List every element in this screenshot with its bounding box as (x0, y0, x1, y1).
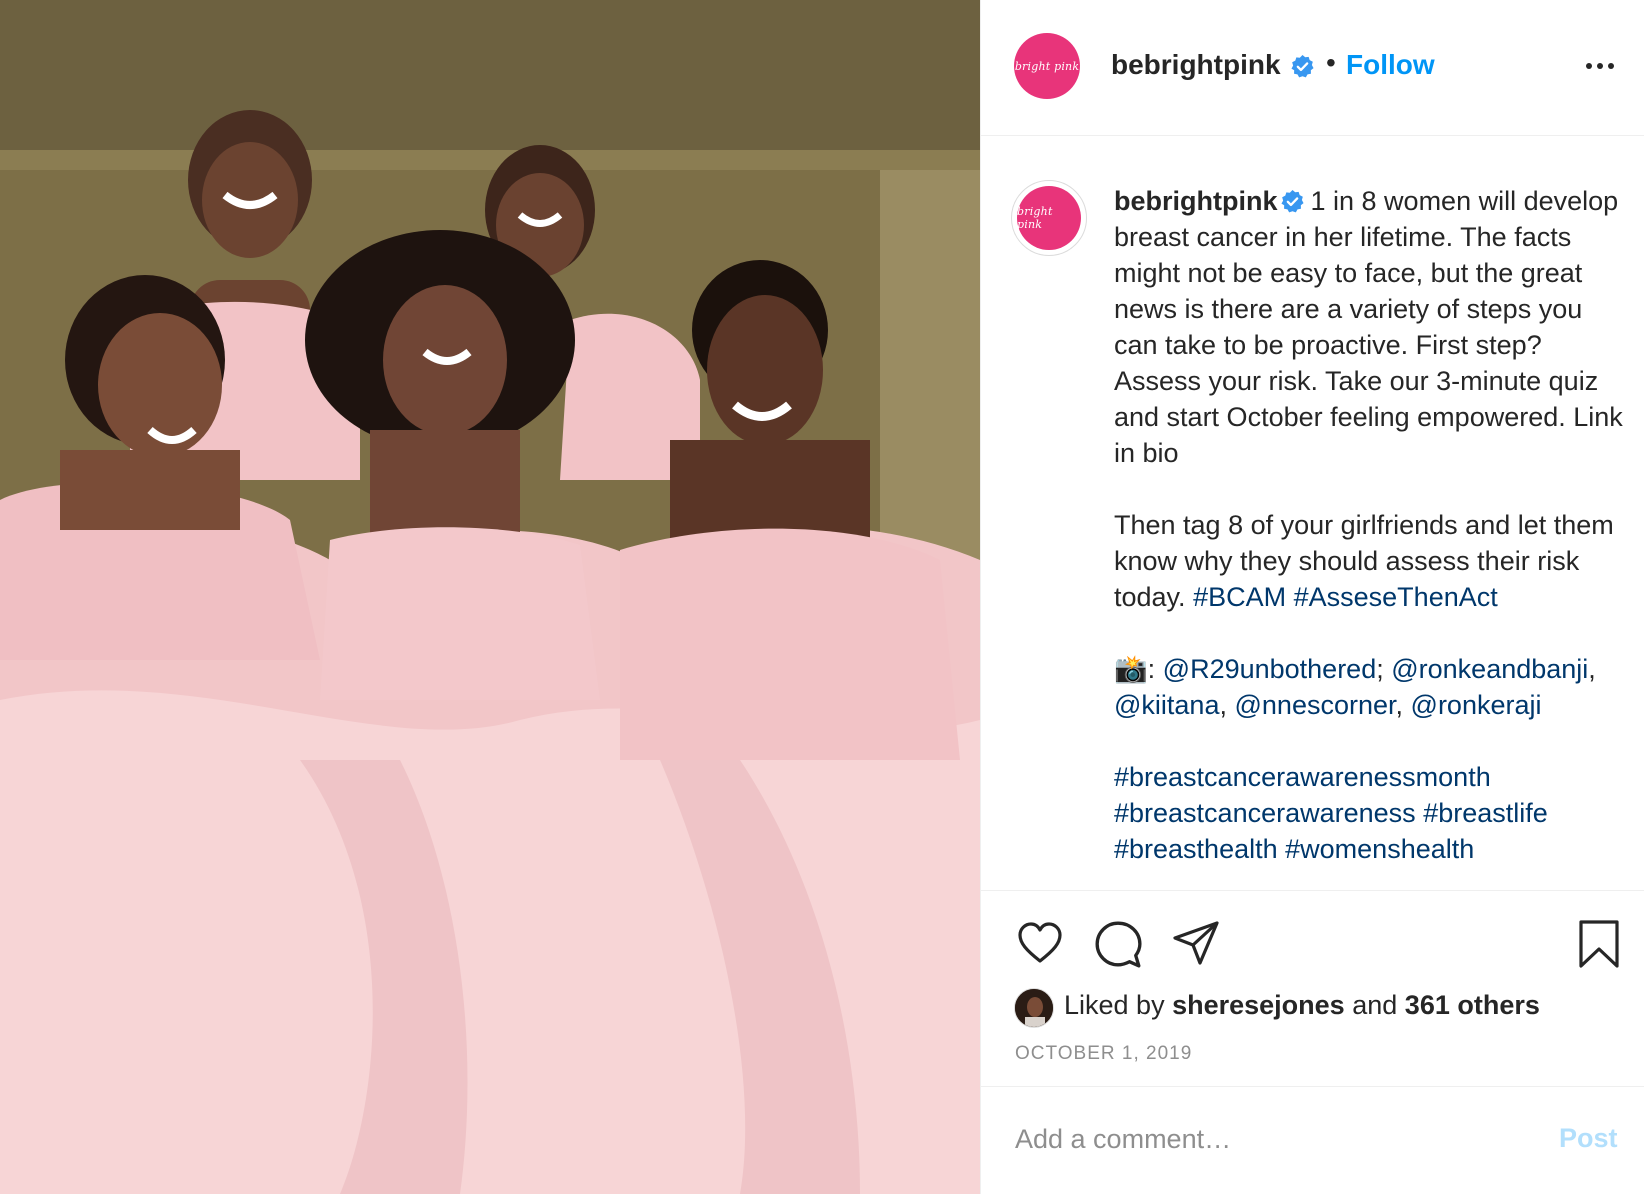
mention-link[interactable]: @kiitana (1114, 690, 1219, 720)
caption-paragraph-1: 1 in 8 women will develop breast cancer … (1114, 186, 1623, 468)
liked-by-text: Liked by sheresejones and 361 others (1064, 990, 1540, 1021)
mention-link[interactable]: @ronkeandbanji (1391, 654, 1588, 684)
caption-text: bebrightpink 1 in 8 women will develop br… (1114, 183, 1624, 867)
liked-by-others[interactable]: 361 others (1405, 990, 1540, 1020)
comment-input[interactable] (1015, 1119, 1515, 1159)
profile-avatar[interactable]: bright pink (1014, 33, 1080, 99)
post-comment-button[interactable]: Post (1559, 1123, 1618, 1154)
credit-colon: : (1147, 654, 1156, 684)
liked-by-prefix: Liked by (1064, 990, 1165, 1020)
verified-badge-icon (1280, 190, 1304, 213)
post-date[interactable]: OCTOBER 1, 2019 (1015, 1043, 1192, 1065)
heart-icon[interactable] (1015, 919, 1065, 967)
mention-link[interactable]: @R29unbothered (1163, 654, 1377, 684)
hashtag-link[interactable]: #AsseseThenAct (1294, 582, 1498, 612)
photo-image (0, 0, 980, 1194)
camera-emoji: 📸 (1114, 654, 1148, 684)
mention-separator: , (1219, 690, 1227, 720)
caption-area[interactable]: bright pink bebrightpink 1 in 8 women wil… (981, 136, 1644, 890)
avatar-logo: bright pink (1017, 186, 1081, 250)
ceiling (0, 0, 980, 160)
post-side-panel: bright pink bebrightpink • Follow bright… (980, 0, 1644, 1194)
hashtag-link[interactable]: #BCAM (1193, 582, 1286, 612)
more-options-icon[interactable] (1584, 58, 1616, 74)
comment-icon[interactable] (1093, 919, 1143, 969)
mention-separator: , (1588, 654, 1596, 684)
separator-dot: • (1326, 47, 1336, 78)
liked-by-user[interactable]: sheresejones (1172, 990, 1345, 1020)
post-header: bright pink bebrightpink • Follow (981, 0, 1644, 136)
hashtag-link[interactable]: #womenshealth (1285, 834, 1474, 864)
follow-button[interactable]: Follow (1346, 49, 1435, 81)
comment-box: Post (981, 1086, 1644, 1194)
header-username[interactable]: bebrightpink (1111, 49, 1281, 81)
liked-by-avatar[interactable] (1014, 988, 1054, 1028)
mention-link[interactable]: @nnescorner (1235, 690, 1396, 720)
liked-by-and: and (1352, 990, 1398, 1020)
post-actions: Liked by sheresejones and 361 others OCT… (981, 890, 1644, 1086)
hashtag-link[interactable]: #breastcancerawarenessmonth (1114, 762, 1491, 792)
liked-by-avatar-image (1015, 989, 1053, 1027)
avatar-logo: bright pink (1014, 33, 1080, 99)
caption-avatar[interactable]: bright pink (1011, 180, 1087, 256)
hashtag-link[interactable]: #breastlife (1423, 798, 1548, 828)
share-icon[interactable] (1171, 919, 1221, 967)
avatar-logo-text: bright pink (1014, 59, 1080, 73)
hashtag-link[interactable]: #breasthealth (1114, 834, 1278, 864)
mention-separator: ; (1376, 654, 1384, 684)
hashtag-link[interactable]: #breastcancerawareness (1114, 798, 1416, 828)
mention-separator: , (1395, 690, 1404, 720)
verified-badge-icon (1291, 55, 1314, 78)
post-photo[interactable] (0, 0, 980, 1194)
mention-link[interactable]: @ronkeraji (1411, 690, 1542, 720)
caption-username[interactable]: bebrightpink (1114, 186, 1278, 216)
avatar-logo-text: bright pink (1017, 205, 1053, 231)
cornice (0, 150, 980, 170)
bookmark-icon[interactable] (1577, 919, 1621, 969)
